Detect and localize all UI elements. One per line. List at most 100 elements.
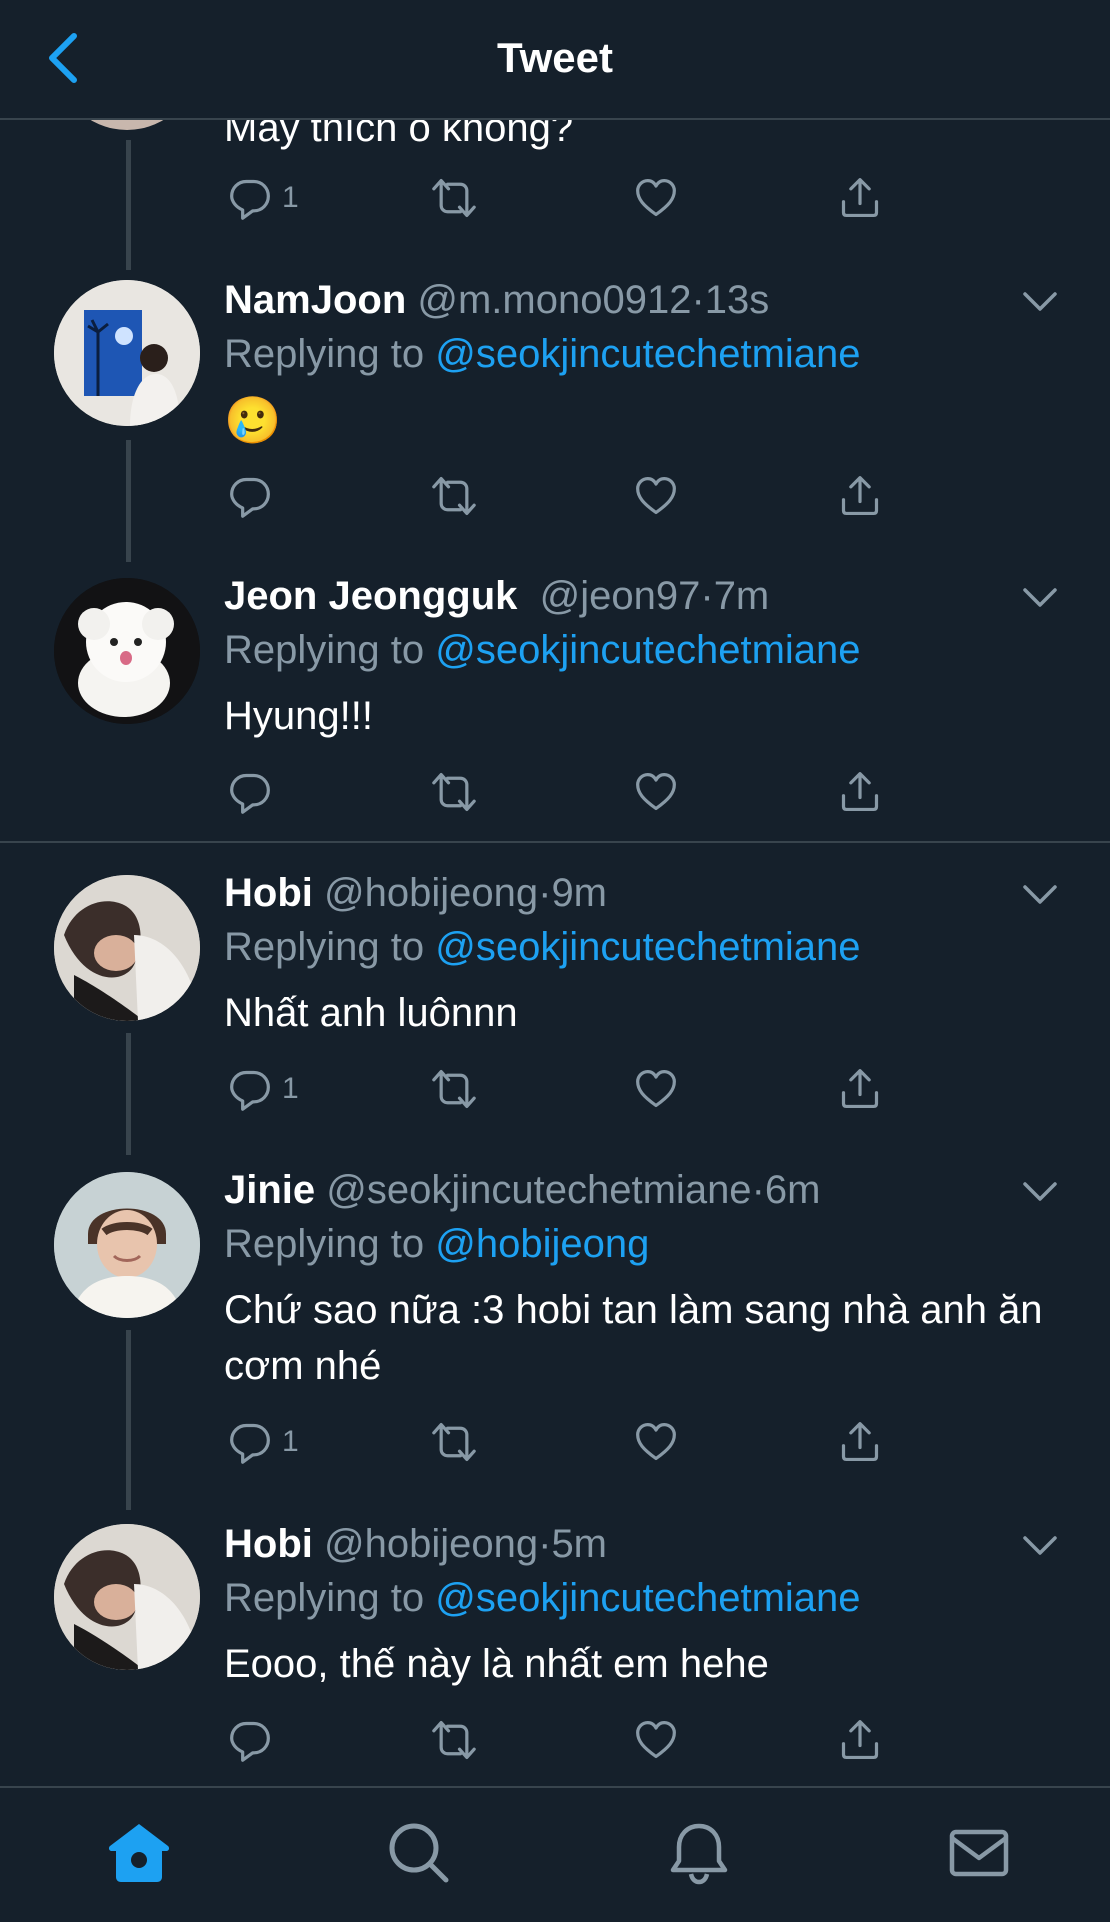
reply-button[interactable] [228,1710,282,1770]
avatar[interactable] [54,578,200,724]
meta-separator: · [700,574,714,618]
thread-line [126,140,131,270]
heart-icon [634,176,678,220]
avatar-image [54,1172,200,1318]
share-button[interactable] [838,1710,882,1770]
timestamp[interactable]: 7m [714,574,770,618]
like-button[interactable] [634,168,678,228]
like-button[interactable] [634,1059,678,1119]
page-title: Tweet [497,34,613,81]
tweet-header: NamJoon @m.mono0912·13s [224,272,769,328]
meta-separator: · [538,1522,552,1566]
tweet-text: Chứ sao nữa :3 hobi tan làm sang nhà anh… [224,1288,1043,1388]
retweet-button[interactable] [428,466,480,526]
timestamp[interactable]: 5m [551,1522,607,1566]
retweet-icon [428,176,480,220]
replying-handle[interactable]: @seokjincutechetmiane [435,1576,860,1620]
heart-icon [634,770,678,814]
retweet-icon [428,1067,480,1111]
replying-label: Replying to [224,925,425,969]
avatar-image [54,1524,200,1670]
chevron-down-icon[interactable] [1022,290,1058,314]
display-name[interactable]: NamJoon [224,278,406,322]
share-icon [838,1420,882,1464]
replying-handle[interactable]: @hobijeong [435,1222,649,1266]
meta-separator: · [691,278,705,322]
timestamp[interactable]: 13s [705,278,770,322]
tweet-actions [224,466,1064,526]
user-handle[interactable]: @hobijeong [324,1522,538,1566]
avatar-image [54,280,200,426]
replying-handle[interactable]: @seokjincutechetmiane [435,925,860,969]
retweet-button[interactable] [428,762,480,822]
tweet-actions [224,1710,1064,1770]
user-handle[interactable]: @jeon97 [540,574,701,618]
replying-to: Replying to @seokjincutechetmiane [224,622,861,678]
chevron-down-icon[interactable] [1022,1180,1058,1204]
replying-label: Replying to [224,332,425,376]
retweet-button[interactable] [428,168,480,228]
chevron-down-icon[interactable] [1022,586,1058,610]
tweet-actions: 1 [224,168,1064,228]
like-button[interactable] [634,1412,678,1472]
share-button[interactable] [838,1059,882,1119]
bell-icon[interactable] [664,1818,734,1888]
reply-icon [228,474,272,518]
chevron-down-icon[interactable] [1022,883,1058,907]
display-name[interactable]: Hobi [224,1522,313,1566]
chevron-down-icon[interactable] [1022,1534,1058,1558]
reply-button[interactable]: 1 [228,1059,299,1119]
reply-button[interactable] [228,762,282,822]
reply-button[interactable] [228,466,282,526]
user-handle[interactable]: @hobijeong [324,871,538,915]
share-icon [838,1067,882,1111]
like-button[interactable] [634,466,678,526]
share-button[interactable] [838,1412,882,1472]
home-icon[interactable] [104,1818,174,1888]
tweet-header: Jeon Jeongguk @jeon97·7m [224,568,769,624]
tweet-header: Hobi @hobijeong·5m [224,1516,607,1572]
replying-handle[interactable]: @seokjincutechetmiane [435,332,860,376]
reply-count: 1 [282,1425,299,1458]
avatar[interactable] [54,1524,200,1670]
avatar[interactable] [54,280,200,426]
tweet-text: Eooo, thế này là nhất em hehe [224,1642,769,1686]
tweet-text: Hyung!!! [224,694,373,738]
user-handle[interactable]: @seokjincutechetmiane [326,1168,751,1212]
search-icon[interactable] [384,1818,454,1888]
meta-separator: · [751,1168,765,1212]
share-icon [838,1718,882,1762]
share-button[interactable] [838,466,882,526]
timestamp[interactable]: 9m [551,871,607,915]
tweet-text: 🥲 [224,394,282,446]
like-button[interactable] [634,1710,678,1770]
reply-button[interactable]: 1 [228,1412,299,1472]
timestamp[interactable]: 6m [765,1168,821,1212]
reply-icon [228,1420,272,1464]
retweet-button[interactable] [428,1710,480,1770]
share-button[interactable] [838,168,882,228]
avatar[interactable] [54,1172,200,1318]
retweet-icon [428,1718,480,1762]
share-button[interactable] [838,762,882,822]
replying-handle[interactable]: @seokjincutechetmiane [435,628,860,672]
reply-button[interactable]: 1 [228,168,299,228]
heart-icon [634,1420,678,1464]
replying-label: Replying to [224,628,425,672]
tweet-header: Jinie @seokjincutechetmiane·6m [224,1162,820,1218]
display-name[interactable]: Jeon Jeongguk [224,574,517,618]
tweet-actions: 1 [224,1412,1064,1472]
reply-icon [228,770,272,814]
retweet-button[interactable] [428,1059,480,1119]
avatar[interactable] [54,875,200,1021]
display-name[interactable]: Hobi [224,871,313,915]
like-button[interactable] [634,762,678,822]
user-handle[interactable]: @m.mono0912 [417,278,691,322]
avatar-image [54,578,200,724]
avatar-image [54,875,200,1021]
reply-count: 1 [282,181,299,214]
retweet-icon [428,474,480,518]
display-name[interactable]: Jinie [224,1168,315,1212]
retweet-button[interactable] [428,1412,480,1472]
mail-icon[interactable] [944,1818,1014,1888]
